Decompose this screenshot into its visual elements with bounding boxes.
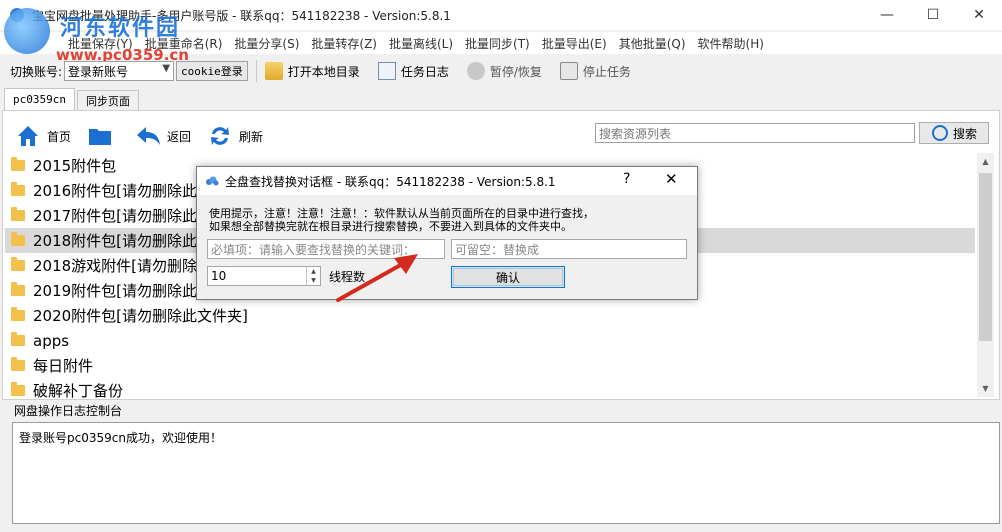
menu-item-batch-export[interactable]: 批量导出(E) <box>536 35 613 52</box>
open-local-dir-button[interactable]: 打开本地目录 <box>264 62 360 80</box>
title-bar: 宝宝网盘批量处理助手-多用户账号版 - 联系qq：541182238 - Ver… <box>0 0 1002 30</box>
menu-item-batch-save[interactable]: 批量保存(Y) <box>62 35 139 52</box>
folder-icon <box>11 232 25 246</box>
menu-bar: 批量保存(Y) 批量重命名(R) 批量分享(S) 批量转存(Z) 批量离线(L)… <box>0 32 1002 54</box>
account-select-value: 登录新账号 <box>68 64 129 79</box>
thread-count-value: 10 <box>211 269 227 283</box>
folder-icon <box>11 382 25 396</box>
minimize-icon[interactable]: — <box>864 0 910 30</box>
stop-icon <box>559 62 578 80</box>
stepper-buttons: ▲ ▼ <box>306 267 320 285</box>
file-name: 破解补丁备份 <box>33 382 124 399</box>
pause-icon <box>466 62 485 80</box>
file-name: apps <box>33 331 70 350</box>
account-select[interactable]: 登录新账号 ▼ <box>64 61 175 81</box>
find-keyword-input[interactable]: 必填项：请输入要查找替换的关键词： <box>207 239 445 259</box>
toolbar: 切换账号: 登录新账号 ▼ cookie登录 打开本地目录 任务日志 暂停/恢复… <box>0 57 1002 85</box>
folder-open-icon <box>264 62 283 80</box>
search-button[interactable]: 搜索 <box>919 122 989 144</box>
refresh-icon <box>211 127 230 145</box>
task-log-label: 任务日志 <box>400 64 449 79</box>
log-console-title: 网盘操作日志控制台 <box>12 402 125 419</box>
vertical-scrollbar[interactable]: ▲ ▼ <box>977 153 994 397</box>
menu-item-batch-sync[interactable]: 批量同步(T) <box>459 35 536 52</box>
dialog-title: 全盘查找替换对话框 - 联系qq：541182238 - Version:5.8… <box>225 174 556 189</box>
dialog-hint-line-2: 如果想全部替换完就在根目录进行搜索替换，不要进入到具体的文件夹中。 <box>209 220 572 233</box>
menu-item-batch-offline[interactable]: 批量离线(L) <box>383 35 459 52</box>
toolbar-divider <box>255 60 257 82</box>
back-arrow-icon <box>137 127 161 145</box>
scroll-up-icon[interactable]: ▲ <box>977 153 994 170</box>
tab-strip: pc0359cn 同步页面 <box>4 88 139 110</box>
file-name: 2020附件包[请勿删除此文件夹] <box>33 307 248 325</box>
close-icon[interactable]: ✕ <box>956 0 1002 30</box>
folder-icon <box>11 307 25 321</box>
stop-task-label: 停止任务 <box>582 64 631 79</box>
search-input[interactable]: 搜索资源列表 <box>595 123 915 143</box>
thread-count-stepper[interactable]: 10 ▲ ▼ <box>207 266 321 286</box>
replace-with-input[interactable]: 可留空：替换成 <box>451 239 687 259</box>
task-log-button[interactable]: 任务日志 <box>377 62 449 80</box>
chevron-down-icon: ▼ <box>162 63 171 74</box>
tab-sync-page[interactable]: 同步页面 <box>76 90 139 110</box>
log-icon <box>377 62 396 80</box>
maximize-icon[interactable]: ☐ <box>910 0 956 30</box>
file-row[interactable]: 破解补丁备份 <box>5 378 975 399</box>
search-button-label: 搜索 <box>952 126 977 141</box>
menu-item-help[interactable]: 软件帮助(H) <box>692 35 770 52</box>
folder-icon <box>11 207 25 221</box>
help-icon[interactable]: ? <box>623 171 630 187</box>
home-button[interactable]: 首页 <box>15 123 71 149</box>
file-name: 2015附件包 <box>33 157 117 175</box>
cookie-login-button[interactable]: cookie登录 <box>176 61 248 81</box>
scroll-down-icon[interactable]: ▼ <box>977 380 994 397</box>
confirm-button[interactable]: 确认 <box>451 266 565 288</box>
menu-item-batch-transfer[interactable]: 批量转存(Z) <box>305 35 383 52</box>
nav-bar: 首页 返回 刷新 <box>15 121 279 151</box>
window-title: 宝宝网盘批量处理助手-多用户账号版 - 联系qq：541182238 - Ver… <box>32 8 451 23</box>
find-replace-dialog: 全盘查找替换对话框 - 联系qq：541182238 - Version:5.8… <box>196 166 698 300</box>
folder-icon <box>11 332 25 346</box>
scrollbar-thumb[interactable] <box>979 173 992 341</box>
dialog-hint: 使用提示，注意！注意！注意！：软件默认从当前页面所在的目录中进行查找， 如果想全… <box>209 207 594 233</box>
home-icon <box>18 126 38 146</box>
log-console-group: 登录账号pc0359cn成功，欢迎使用！ 网盘操作日志控制台 <box>4 402 1000 528</box>
stop-task-button[interactable]: 停止任务 <box>559 62 631 80</box>
folder-icon <box>11 357 25 371</box>
back-label: 返回 <box>167 129 192 144</box>
file-row[interactable]: apps <box>5 328 975 353</box>
account-label: 切换账号: <box>10 64 63 79</box>
log-message: 登录账号pc0359cn成功，欢迎使用！ <box>19 431 222 445</box>
dialog-title-bar: 全盘查找替换对话框 - 联系qq：541182238 - Version:5.8… <box>197 167 697 195</box>
folder-icon <box>11 257 25 271</box>
open-local-dir-label: 打开本地目录 <box>287 64 360 79</box>
cloud-icon <box>206 176 219 186</box>
pause-resume-label: 暂停/恢复 <box>489 64 542 79</box>
stepper-down-icon[interactable]: ▼ <box>307 276 320 285</box>
dialog-close-icon[interactable]: ✕ <box>665 170 678 188</box>
file-name: 每日附件 <box>33 357 94 375</box>
file-row[interactable]: 每日附件 <box>5 353 975 378</box>
menu-item-other-batch[interactable]: 其他批量(Q) <box>613 35 692 52</box>
log-console[interactable]: 登录账号pc0359cn成功，欢迎使用！ <box>12 422 1000 524</box>
folder-icon <box>11 182 25 196</box>
refresh-button[interactable]: 刷新 <box>207 123 263 149</box>
menu-item-batch-share[interactable]: 批量分享(S) <box>228 35 305 52</box>
stepper-up-icon[interactable]: ▲ <box>307 267 320 276</box>
dialog-hint-line-1: 使用提示，注意！注意！注意！：软件默认从当前页面所在的目录中进行查找， <box>209 207 594 220</box>
folder-icon <box>11 282 25 296</box>
file-row[interactable]: 2020附件包[请勿删除此文件夹] <box>5 303 975 328</box>
folder-button[interactable] <box>87 123 119 149</box>
folder-icon <box>11 157 25 171</box>
search-icon <box>931 125 948 141</box>
refresh-label: 刷新 <box>239 129 264 144</box>
tab-account[interactable]: pc0359cn <box>4 88 75 110</box>
home-label: 首页 <box>47 129 72 144</box>
app-icon <box>10 8 24 22</box>
pause-resume-button[interactable]: 暂停/恢复 <box>466 62 542 80</box>
menu-item-batch-rename[interactable]: 批量重命名(R) <box>139 35 229 52</box>
back-button[interactable]: 返回 <box>135 123 191 149</box>
folder-icon <box>89 129 112 145</box>
thread-count-label: 线程数 <box>329 270 366 284</box>
